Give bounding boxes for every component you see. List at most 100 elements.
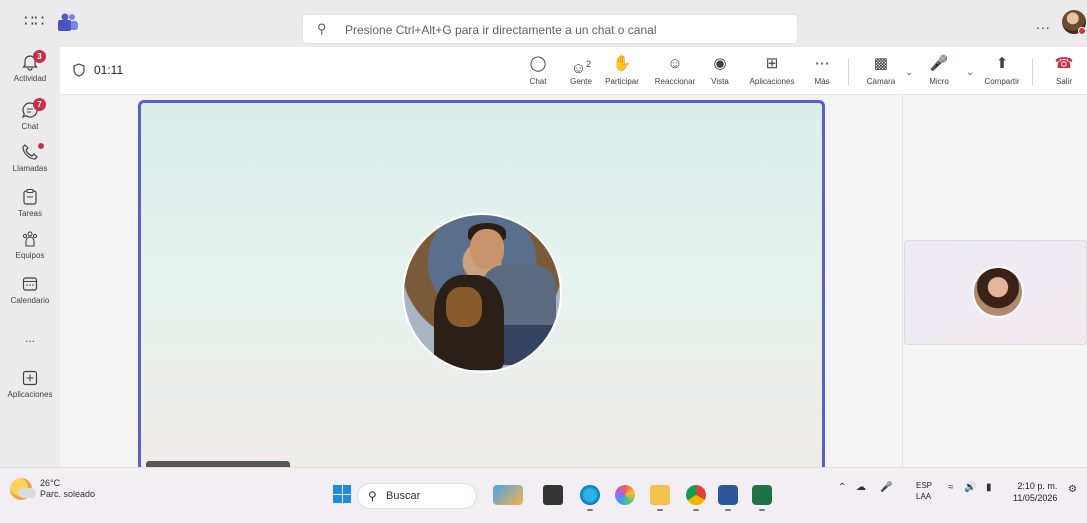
battery-icon[interactable]: ▮ [986,482,992,493]
shield-icon [73,63,85,77]
language-indicator[interactable]: ESP LAA [916,480,932,502]
task-view-icon[interactable] [543,485,563,505]
rail-item-label: Actividad [13,74,47,83]
running-indicator [759,509,765,511]
rail-item-label: Chat [21,122,39,131]
mic-options-chevron-icon[interactable]: ⌄ [966,67,974,78]
presence-busy-indicator [1078,27,1086,35]
chat-label: Chat [529,77,547,86]
file-explorer-icon[interactable] [650,485,670,505]
activity-badge: 3 [33,50,46,63]
camera-button[interactable]: ▩ Cámara [858,55,904,86]
apps-icon [22,370,38,386]
chrome-icon[interactable] [686,485,706,505]
start-button[interactable] [333,485,351,503]
widgets-icon[interactable] [493,485,523,505]
raise-label: Participar [605,77,639,86]
chat-icon: ◯ [529,55,547,72]
people-button[interactable]: ☺2 Gente [563,55,599,86]
react-label: Reaccionar [654,77,696,86]
toolbar-divider [848,59,849,85]
calendar-icon [22,277,38,291]
show-hidden-icons-chevron-icon[interactable]: ⌃ [838,482,846,493]
rail-item-apps[interactable]: Aplicaciones [0,369,60,399]
timer-text: 01:11 [94,63,124,77]
app-rail: 3 Actividad 7 Chat Llamadas Tareas Equip… [0,47,60,467]
rail-item-calendar[interactable]: Calendario [0,275,60,305]
weather-widget[interactable]: 26°C Parc. soleado [10,478,95,500]
system-clock[interactable]: 2:10 p. m. 11/05/2026 [1013,480,1057,504]
view-label: Vista [711,77,729,86]
meeting-toolbar: 01:11 ◯ Chat ☺2 Gente ✋ Participar ☺ Rea… [60,47,1087,95]
add-apps-icon: ⊞ [765,55,779,72]
people-icon: ☺2 [570,59,592,77]
more-actions-button[interactable]: ⋯ Más [810,55,834,86]
lang-bottom: LAA [916,492,932,501]
people-count: 2 [586,59,592,69]
microphone-tray-icon[interactable]: 🎤 [880,482,892,493]
camera-off-icon: ▩ [873,55,889,72]
app-launcher-icon[interactable]: ∷∷ [24,14,44,30]
avatar-photo-part [446,287,482,327]
word-icon[interactable] [718,485,738,505]
chat-button[interactable]: ◯ Chat [523,55,553,86]
notification-icon[interactable]: ⚙ [1068,484,1077,495]
leave-button[interactable]: ☎ Salir [1050,55,1078,86]
participant-avatar [402,213,562,373]
rail-item-calls[interactable]: Llamadas [0,143,60,173]
avatar-photo-part [470,229,504,269]
edge-icon[interactable] [580,485,600,505]
meeting-timer: 01:11 [72,63,123,77]
search-icon: ⚲ [368,489,377,503]
ellipsis-icon: ⋯ [814,55,830,72]
wifi-icon[interactable]: ≈ [948,482,954,493]
running-indicator [587,509,593,511]
search-placeholder: Presione Ctrl+Alt+G para ir directamente… [345,23,657,37]
raise-hand-button[interactable]: ✋ Participar [600,55,644,86]
view-button[interactable]: ◉ Vista [706,55,734,86]
hang-up-icon: ☎ [1054,55,1074,72]
weather-desc: Parc. soleado [40,489,96,499]
react-button[interactable]: ☺ Reaccionar [650,55,700,86]
mic-label: Micro [929,77,949,86]
self-view-avatar [972,266,1024,318]
taskbar-search[interactable]: ⚲ Buscar [357,483,477,509]
excel-icon[interactable] [752,485,772,505]
cloud-icon[interactable]: ☁ [856,482,866,493]
running-indicator [693,509,699,511]
mic-button[interactable]: 🎤 Micro [922,55,956,86]
search-bar[interactable]: ⚲ Presione Ctrl+Alt+G para ir directamen… [302,14,798,44]
rail-item-tasks[interactable]: Tareas [0,188,60,218]
camera-options-chevron-icon[interactable]: ⌄ [905,67,913,78]
camera-label: Cámara [866,77,896,86]
rail-item-activity[interactable]: 3 Actividad [0,50,60,83]
partly-sunny-icon [10,478,36,500]
toolbar-divider [1032,59,1033,85]
clock-time: 2:10 p. m. [1017,481,1058,491]
volume-icon[interactable]: 🔊 [964,482,976,493]
running-indicator [725,509,731,511]
rail-item-chat[interactable]: 7 Chat [0,98,60,131]
chat-badge: 7 [33,98,46,111]
title-bar: ∷∷ ⚲ Presione Ctrl+Alt+G para ir directa… [0,0,1087,47]
rail-item-label: Aplicaciones [7,390,53,399]
more-label: Más [814,77,830,86]
phone-icon [22,144,38,160]
share-label: Compartir [984,77,1020,86]
running-indicator [657,509,663,511]
copilot-icon[interactable] [615,485,635,505]
apps-button[interactable]: ⊞ Aplicaciones [744,55,800,86]
rail-item-more[interactable]: ... [0,331,60,345]
leave-label: Salir [1055,77,1072,86]
search-icon: ⚲ [317,21,327,36]
clock-date: 11/05/2026 [1013,493,1058,503]
people-label: Gente [570,77,592,86]
rail-item-label: Equipos [15,251,45,260]
tasks-icon [23,189,37,205]
lang-top: ESP [916,481,933,490]
apps-label: Aplicaciones [749,77,795,86]
more-options-button[interactable]: ... [1036,16,1051,32]
teams-logo-icon[interactable] [57,12,79,32]
rail-item-teams[interactable]: Equipos [0,230,60,260]
share-button[interactable]: ⬆ Compartir [980,55,1024,86]
